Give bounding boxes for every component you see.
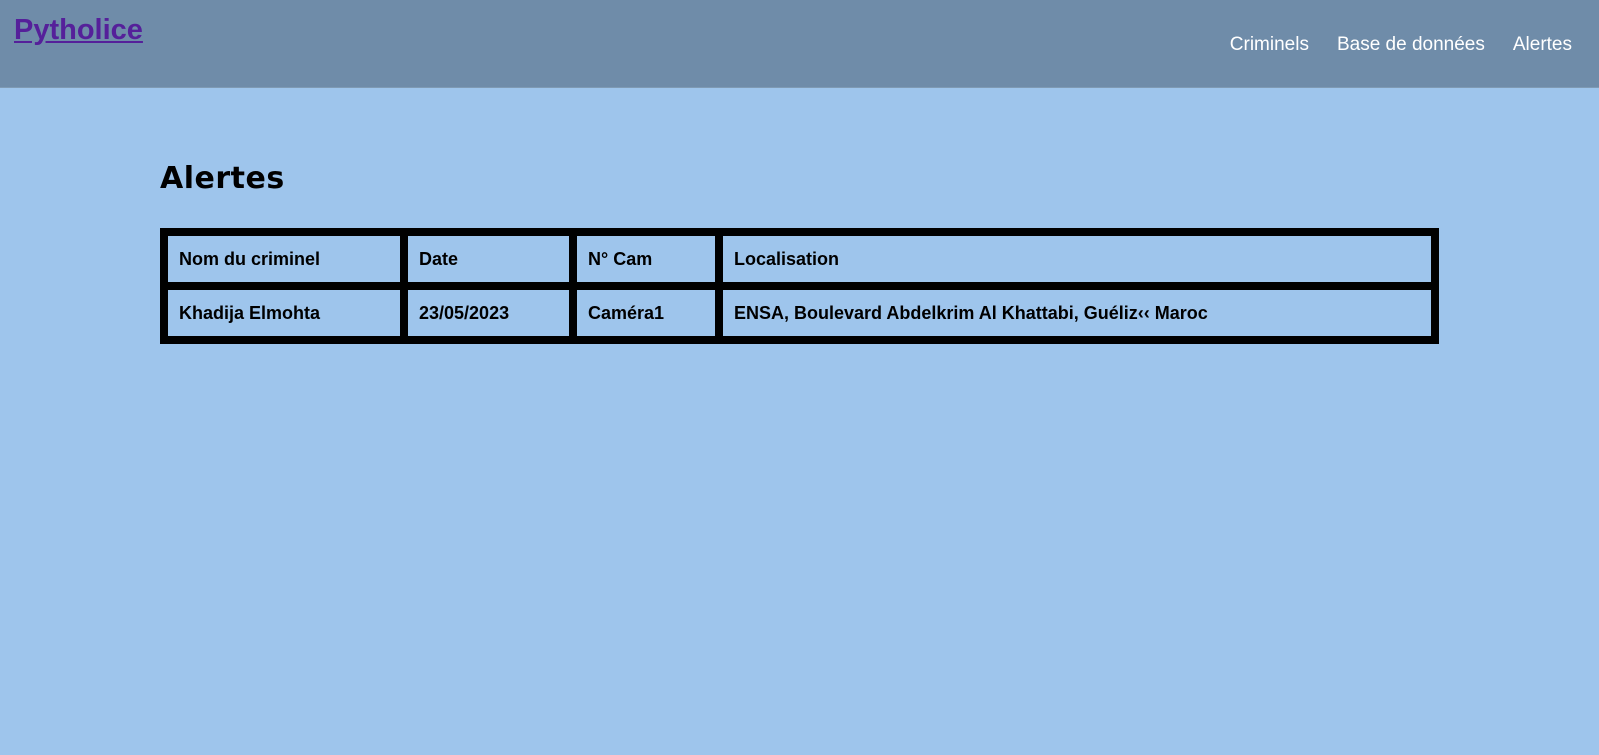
top-navbar: Pytholice Criminels Base de données Aler…	[0, 0, 1599, 88]
brand-link[interactable]: Pytholice	[14, 14, 143, 47]
nav-link-alertes[interactable]: Alertes	[1513, 34, 1572, 56]
header-nom-du-criminel: Nom du criminel	[168, 236, 400, 282]
cell-n-cam: Caméra1	[577, 290, 715, 336]
alerts-table: Nom du criminel Date N° Cam Localisation…	[160, 228, 1439, 344]
table-row: Khadija Elmohta 23/05/2023 Caméra1 ENSA,…	[168, 290, 1431, 336]
header-n-cam: N° Cam	[577, 236, 715, 282]
nav-links: Criminels Base de données Alertes	[1230, 34, 1572, 56]
page-title: Alertes	[160, 161, 285, 196]
nav-link-criminels[interactable]: Criminels	[1230, 34, 1309, 56]
cell-localisation: ENSA, Boulevard Abdelkrim Al Khattabi, G…	[723, 290, 1431, 336]
cell-nom-du-criminel: Khadija Elmohta	[168, 290, 400, 336]
table-header-row: Nom du criminel Date N° Cam Localisation	[168, 236, 1431, 282]
header-localisation: Localisation	[723, 236, 1431, 282]
nav-link-base-de-donnees[interactable]: Base de données	[1337, 34, 1485, 56]
cell-date: 23/05/2023	[408, 290, 569, 336]
header-date: Date	[408, 236, 569, 282]
